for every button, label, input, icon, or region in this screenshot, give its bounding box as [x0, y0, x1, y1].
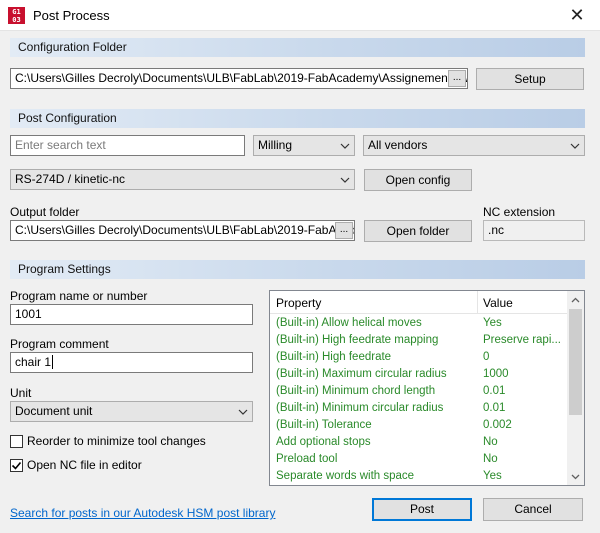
program-name-value: 1001 — [15, 307, 42, 321]
machine-type-select[interactable]: Milling — [253, 135, 355, 156]
property-name: (Built-in) Tolerance — [276, 419, 372, 431]
property-row[interactable]: (Built-in) High feedrate mapping Preserve… — [270, 332, 567, 349]
unit-value: Document unit — [15, 404, 93, 418]
property-grid-header: Property Value — [270, 291, 567, 314]
chevron-down-icon — [340, 177, 350, 183]
value-column-header[interactable]: Value — [483, 296, 513, 310]
program-name-input[interactable]: 1001 — [10, 304, 253, 325]
property-row[interactable]: (Built-in) Minimum circular radius 0.01 — [270, 400, 567, 417]
post-processor-select[interactable]: RS-274D / kinetic-nc — [10, 169, 355, 190]
search-input[interactable]: Enter search text — [10, 135, 245, 156]
property-grid-scrollbar[interactable] — [567, 291, 584, 485]
post-configuration-header: Post Configuration — [10, 109, 585, 128]
property-value[interactable]: 0.002 — [483, 419, 565, 431]
property-value[interactable]: No — [483, 453, 565, 465]
property-name: (Built-in) Allow helical moves — [276, 317, 422, 329]
scroll-thumb[interactable] — [569, 309, 582, 415]
scroll-down-button[interactable] — [567, 468, 584, 485]
program-settings-header: Program Settings — [10, 260, 585, 279]
output-folder-browse-button[interactable]: ... — [335, 222, 353, 239]
chevron-down-icon — [571, 474, 580, 479]
post-button[interactable]: Post — [372, 498, 472, 521]
property-column-header[interactable]: Property — [276, 296, 321, 310]
post-library-link[interactable]: Search for posts in our Autodesk HSM pos… — [10, 506, 275, 520]
property-value[interactable]: Preserve rapi... — [483, 334, 565, 346]
open-nc-editor-label: Open NC file in editor — [27, 458, 142, 472]
post-processor-value: RS-274D / kinetic-nc — [15, 172, 126, 186]
nc-extension-label: NC extension — [483, 205, 556, 219]
property-value[interactable]: 1000 — [483, 368, 565, 380]
property-name: (Built-in) Minimum circular radius — [276, 402, 444, 414]
program-comment-value: chair 1 — [15, 355, 52, 369]
vendor-value: All vendors — [368, 138, 428, 152]
window-title: Post Process — [33, 8, 110, 23]
open-config-button[interactable]: Open config — [364, 169, 472, 191]
property-grid[interactable]: Property Value (Built-in) Allow helical … — [269, 290, 585, 486]
property-row[interactable]: (Built-in) Minimum chord length 0.01 — [270, 383, 567, 400]
property-value[interactable]: 0.01 — [483, 402, 565, 414]
title-bar: G1 03 Post Process ✕ — [0, 0, 600, 31]
property-value[interactable]: Yes — [483, 317, 565, 329]
output-folder-label: Output folder — [10, 205, 80, 219]
column-divider[interactable] — [477, 291, 478, 314]
property-row[interactable]: Separate words with space Yes — [270, 468, 567, 485]
property-name: (Built-in) Minimum chord length — [276, 385, 436, 397]
output-folder-path-field[interactable]: C:\Users\Gilles Decroly\Documents\ULB\Fa… — [10, 220, 355, 241]
scroll-up-button[interactable] — [567, 291, 584, 308]
reorder-tools-label: Reorder to minimize tool changes — [27, 434, 206, 448]
program-name-label: Program name or number — [10, 289, 148, 303]
property-name: (Built-in) High feedrate — [276, 351, 392, 363]
close-button[interactable]: ✕ — [554, 0, 600, 31]
output-folder-path-text: C:\Users\Gilles Decroly\Documents\ULB\Fa… — [15, 223, 355, 237]
open-folder-button[interactable]: Open folder — [364, 220, 472, 242]
property-row[interactable]: (Built-in) Allow helical moves Yes — [270, 315, 567, 332]
property-name: Add optional stops — [276, 436, 371, 448]
property-name: (Built-in) Maximum circular radius — [276, 368, 447, 380]
setup-button[interactable]: Setup — [476, 68, 584, 90]
property-value[interactable]: Yes — [483, 470, 565, 482]
chevron-down-icon — [340, 143, 350, 149]
unit-select[interactable]: Document unit — [10, 401, 253, 422]
open-nc-editor-checkbox[interactable] — [10, 459, 23, 472]
property-rows: (Built-in) Allow helical moves Yes (Built-… — [270, 315, 567, 485]
chevron-down-icon — [238, 409, 248, 415]
program-comment-label: Program comment — [10, 337, 109, 351]
property-row[interactable]: Preload tool No — [270, 451, 567, 468]
config-folder-path-text: C:\Users\Gilles Decroly\Documents\ULB\Fa… — [15, 71, 468, 85]
app-icon: G1 03 — [8, 7, 25, 24]
property-value[interactable]: 0 — [483, 351, 565, 363]
chevron-down-icon — [570, 143, 580, 149]
property-row[interactable]: (Built-in) Maximum circular radius 1000 — [270, 366, 567, 383]
property-name: (Built-in) High feedrate mapping — [276, 334, 439, 346]
config-folder-browse-button[interactable]: ... — [448, 70, 466, 87]
vendor-select[interactable]: All vendors — [363, 135, 585, 156]
property-row[interactable]: (Built-in) Tolerance 0.002 — [270, 417, 567, 434]
reorder-tools-checkbox[interactable] — [10, 435, 23, 448]
property-value[interactable]: 0.01 — [483, 385, 565, 397]
cancel-button[interactable]: Cancel — [483, 498, 583, 521]
search-placeholder: Enter search text — [15, 138, 106, 152]
property-row[interactable]: Add optional stops No — [270, 434, 567, 451]
config-folder-path-field[interactable]: C:\Users\Gilles Decroly\Documents\ULB\Fa… — [10, 68, 468, 89]
machine-type-value: Milling — [258, 138, 293, 152]
unit-label: Unit — [10, 386, 32, 400]
property-value[interactable]: No — [483, 436, 565, 448]
nc-extension-field[interactable]: .nc — [483, 220, 585, 241]
configuration-folder-header: Configuration Folder — [10, 38, 585, 57]
property-name: Preload tool — [276, 453, 338, 465]
chevron-up-icon — [571, 297, 580, 302]
program-comment-input[interactable]: chair 1 — [10, 352, 253, 373]
close-icon: ✕ — [569, 5, 585, 25]
nc-extension-value: .nc — [488, 223, 505, 237]
property-row[interactable]: (Built-in) High feedrate 0 — [270, 349, 567, 366]
checkmark-icon — [11, 461, 22, 470]
property-name: Separate words with space — [276, 470, 415, 482]
text-cursor — [52, 355, 54, 369]
